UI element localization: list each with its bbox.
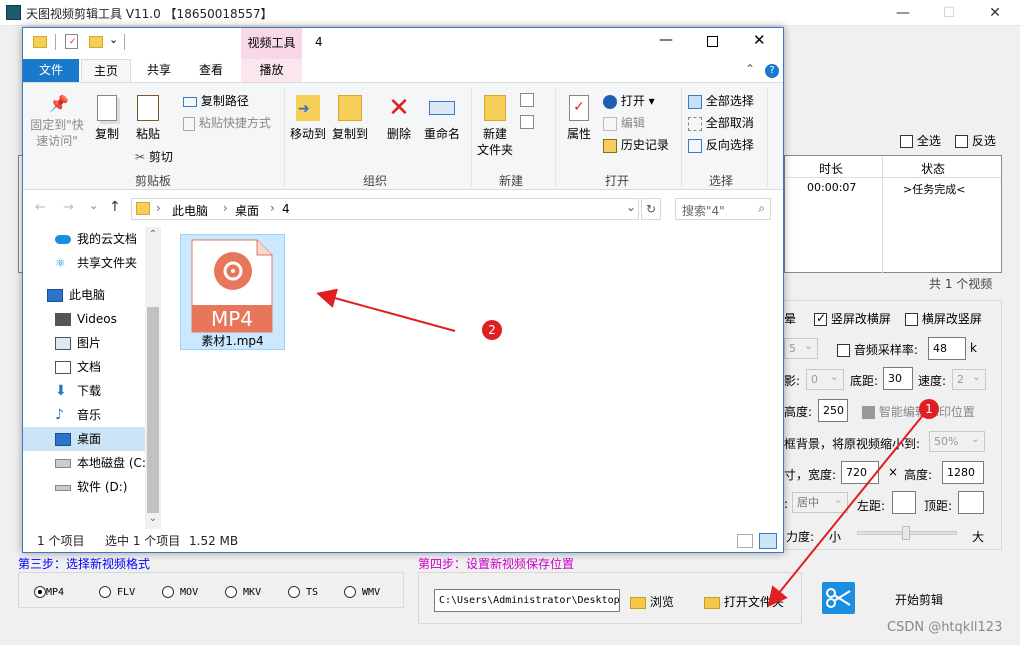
annotation-badge-2: 2 <box>482 320 502 340</box>
annotation-badge-1: 1 <box>919 399 939 419</box>
arrow-2 <box>316 288 456 332</box>
annotation-overlay <box>316 288 929 608</box>
arrow-1 <box>767 408 929 608</box>
